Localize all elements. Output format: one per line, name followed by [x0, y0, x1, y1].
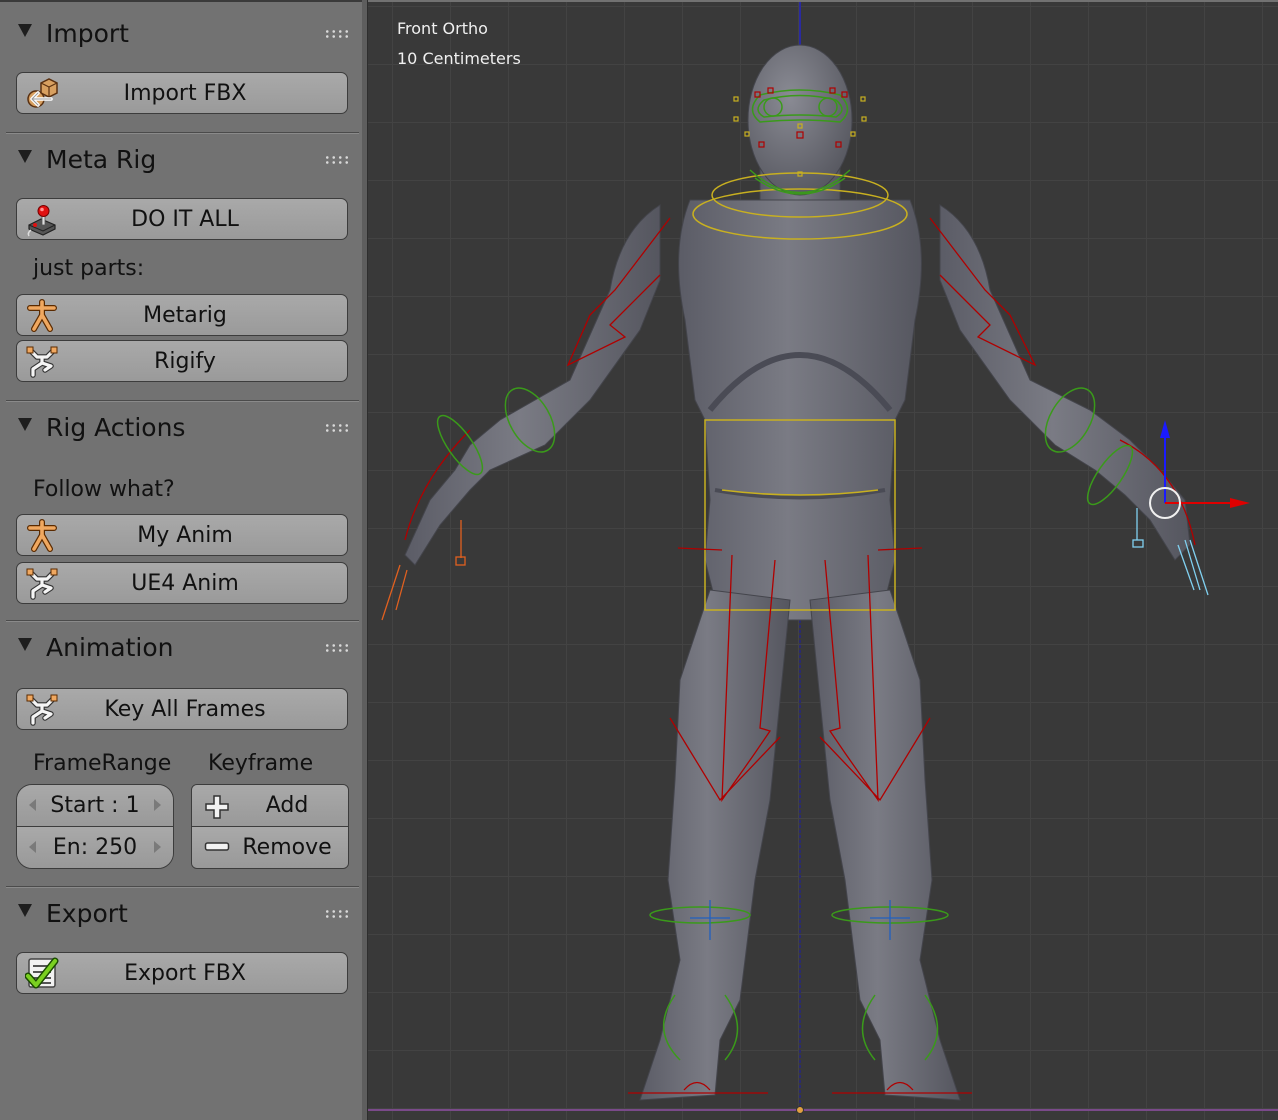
add-keyframe-button[interactable]: Add: [192, 785, 348, 826]
panel-title: Meta Rig: [46, 144, 157, 174]
collapse-triangle-icon[interactable]: [18, 417, 32, 431]
metarig-button[interactable]: Metarig: [16, 294, 348, 336]
armature-figure-icon: [27, 299, 57, 332]
mesh-arm-right: [939, 204, 1191, 561]
button-label: Key All Frames: [104, 696, 266, 722]
button-label: Rigify: [154, 348, 216, 374]
collapse-triangle-icon[interactable]: [18, 149, 32, 163]
ue4-anim-button[interactable]: UE4 Anim: [16, 562, 348, 604]
panel-divider: [6, 620, 359, 622]
remove-keyframe-button[interactable]: Remove: [192, 826, 348, 868]
just-parts-label: just parts:: [33, 256, 145, 281]
panel-title: Animation: [46, 632, 174, 662]
frame-range-label: FrameRange: [33, 751, 172, 776]
transform-gizmo[interactable]: [1149, 420, 1250, 519]
drag-grip-icon[interactable]: [324, 643, 350, 653]
panel-header-rig-actions[interactable]: Rig Actions: [18, 410, 354, 444]
armature-figure-icon: [27, 519, 57, 552]
3d-viewport[interactable]: Front Ortho 10 Centimeters: [368, 2, 1278, 1120]
import-fbx-button[interactable]: Import FBX: [16, 72, 348, 114]
button-label: Import FBX: [123, 80, 247, 106]
mesh-arm-left: [404, 204, 661, 566]
panel-header-meta-rig[interactable]: Meta Rig: [18, 142, 354, 176]
minus-icon: [204, 842, 230, 851]
panel-divider: [6, 400, 359, 402]
drag-grip-icon[interactable]: [324, 423, 350, 433]
drag-grip-icon[interactable]: [324, 29, 350, 39]
button-label: Export FBX: [124, 960, 246, 986]
world-origin-point: [796, 1106, 804, 1114]
mesh-torso: [678, 199, 922, 621]
my-anim-button[interactable]: My Anim: [16, 514, 348, 556]
end-frame-value: En: 250: [52, 835, 138, 860]
button-label: Metarig: [143, 302, 227, 328]
decrement-arrow-icon[interactable]: [29, 799, 36, 811]
start-frame-value: Start : 1: [50, 793, 140, 818]
key-all-frames-button[interactable]: Key All Frames: [16, 688, 348, 730]
button-label: DO IT ALL: [131, 206, 239, 232]
joystick-icon: [27, 205, 56, 237]
panel-header-animation[interactable]: Animation: [18, 630, 354, 664]
character-mesh: [404, 159, 1191, 1101]
checklist-icon: [25, 957, 59, 989]
import-box-arrow-icon: [27, 78, 58, 108]
export-fbx-button[interactable]: Export FBX: [16, 952, 348, 994]
drag-grip-icon[interactable]: [324, 909, 350, 919]
panel-divider: [6, 886, 359, 888]
keyframe-label: Keyframe: [208, 751, 314, 776]
mesh-leg-left: [639, 589, 791, 1101]
end-frame-field[interactable]: En: 250: [17, 826, 173, 868]
panel-title: Export: [46, 898, 128, 928]
follow-what-label: Follow what?: [33, 477, 175, 502]
running-figure-icon: [26, 568, 58, 600]
keyframe-buttons: Add Remove: [191, 784, 349, 869]
frame-range-fields: Start : 1 En: 250: [16, 784, 174, 869]
character-rig-scene: [368, 2, 1278, 1114]
panel-header-export[interactable]: Export: [18, 896, 354, 930]
collapse-triangle-icon[interactable]: [18, 903, 32, 917]
panel-header-import[interactable]: Import: [18, 16, 354, 50]
running-figure-icon: [26, 346, 58, 378]
collapse-triangle-icon[interactable]: [18, 23, 32, 37]
panel-title: Rig Actions: [46, 412, 186, 442]
increment-arrow-icon[interactable]: [154, 799, 161, 811]
tool-shelf: Import Import FBX Meta Rig DO IT ALL jus…: [0, 0, 362, 1120]
drag-grip-icon[interactable]: [324, 155, 350, 165]
panel-divider: [6, 132, 359, 134]
button-label: My Anim: [137, 522, 233, 548]
do-it-all-button[interactable]: DO IT ALL: [16, 198, 348, 240]
collapse-triangle-icon[interactable]: [18, 637, 32, 651]
plus-icon: [205, 795, 229, 819]
decrement-arrow-icon[interactable]: [29, 841, 36, 853]
button-label: Remove: [242, 835, 332, 860]
start-frame-field[interactable]: Start : 1: [17, 785, 173, 826]
panel-title: Import: [46, 18, 129, 48]
button-label: Add: [265, 793, 309, 818]
increment-arrow-icon[interactable]: [154, 841, 161, 853]
button-label: UE4 Anim: [131, 570, 239, 596]
running-figure-icon: [26, 694, 58, 726]
rigify-button[interactable]: Rigify: [16, 340, 348, 382]
